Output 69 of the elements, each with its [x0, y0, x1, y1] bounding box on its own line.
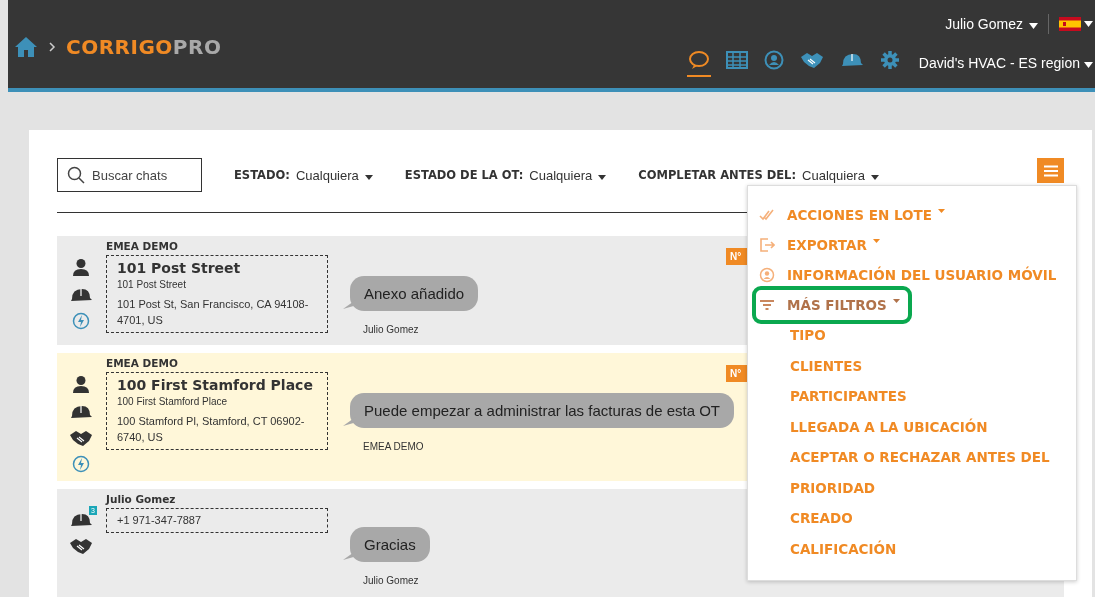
filter-dropdown[interactable]: Cualquiera	[529, 167, 607, 183]
person-icon	[72, 375, 90, 395]
user-icon[interactable]	[763, 50, 784, 70]
filter-label: COMPLETAR ANTES DEL:	[638, 168, 797, 182]
number-badge: N°	[726, 248, 748, 265]
menu-item[interactable]: ACCIONES EN LOTE	[756, 200, 953, 230]
settings-icon[interactable]	[879, 50, 900, 70]
submenu-item[interactable]: CLIENTES	[756, 350, 863, 381]
home-icon[interactable]	[14, 36, 38, 58]
location-title: 100 First Stamford Place	[117, 376, 314, 394]
location-title: 101 Post Street	[117, 259, 242, 277]
message-bubble: Anexo añadido	[350, 276, 479, 311]
bolt-icon	[72, 455, 90, 473]
sender-name: EMEA DEMO	[106, 240, 179, 252]
caret-icon	[364, 174, 373, 180]
bolt-icon	[72, 312, 90, 330]
submenu-item[interactable]: CALIFICACIÓN	[756, 533, 897, 564]
message-author: Julio Gomez	[363, 575, 420, 586]
location-name: 100 First Stamford Place	[117, 395, 229, 409]
user-icon	[759, 267, 775, 283]
filter-dropdown[interactable]: Cualquiera	[802, 167, 879, 183]
search-field[interactable]: Buscar chats	[57, 158, 202, 192]
filter-icon	[759, 297, 775, 313]
helmet-icon[interactable]	[839, 51, 864, 69]
submenu-item[interactable]: ACEPTAR O RECHAZAR ANTES DEL	[756, 442, 1050, 473]
export-icon	[759, 237, 775, 253]
message-bubble: Gracias	[350, 527, 430, 562]
caret-icon	[1084, 21, 1093, 27]
chat-icon[interactable]	[687, 50, 710, 70]
location-name: 101 Post Street	[117, 278, 187, 292]
person-icon	[72, 258, 90, 278]
phone-number: +1 971-347-7887	[117, 513, 203, 528]
menu-icon	[1043, 164, 1058, 177]
handshake-icon	[69, 429, 93, 447]
message-bubble: Puede empezar a administrar las facturas de esta OT	[350, 393, 734, 428]
address-text: 101 Post St, San Francisco, CA 94108-4701, US	[117, 297, 310, 328]
menu-button[interactable]	[1037, 158, 1064, 183]
caret-icon	[1084, 61, 1093, 68]
handshake-icon[interactable]	[799, 51, 824, 69]
caret-icon	[870, 174, 879, 180]
sender-name: Julio Gomez	[106, 493, 177, 505]
address-text: 100 Stamford Pl, Stamford, CT 06902-6740, US	[117, 414, 306, 445]
menu-item[interactable]: MÁS FILTROS	[756, 290, 908, 320]
message-author: EMEA DEMO	[363, 441, 425, 452]
search-icon	[67, 166, 85, 184]
filter-dropdown[interactable]: Cualquiera	[295, 167, 373, 183]
table-icon[interactable]	[725, 51, 748, 69]
handshake-icon	[69, 537, 93, 555]
flag-icon	[1059, 17, 1081, 31]
submenu-item[interactable]: PARTICIPANTES	[756, 381, 907, 412]
message-author: Julio Gomez	[363, 324, 420, 335]
submenu-item[interactable]: LLEGADA A LA UBICACIÓN	[756, 411, 988, 442]
region-selector[interactable]: David's HVAC - ES region	[918, 54, 1093, 71]
checkmarks-icon	[759, 207, 775, 223]
helmet-icon	[69, 511, 93, 529]
helmet-icon	[69, 403, 93, 421]
filter-label: ESTADO DE LA OT:	[404, 168, 524, 182]
number-badge: N°	[726, 365, 748, 382]
menu-item[interactable]: INFORMACIÓN DEL USUARIO MÓVIL	[756, 260, 1065, 290]
chevron-icon	[48, 41, 56, 53]
language-selector[interactable]	[1059, 17, 1093, 31]
brand-logo: CORRIGOPRO	[66, 35, 222, 59]
submenu-item[interactable]: CREADO	[756, 503, 853, 534]
caret-icon	[598, 174, 607, 180]
filter-label: ESTADO:	[234, 168, 290, 182]
sender-name: EMEA DEMO	[106, 357, 179, 369]
caret-icon	[1029, 23, 1038, 29]
user-menu[interactable]: Julio Gomez	[945, 16, 1038, 32]
helmet-icon	[69, 286, 93, 304]
